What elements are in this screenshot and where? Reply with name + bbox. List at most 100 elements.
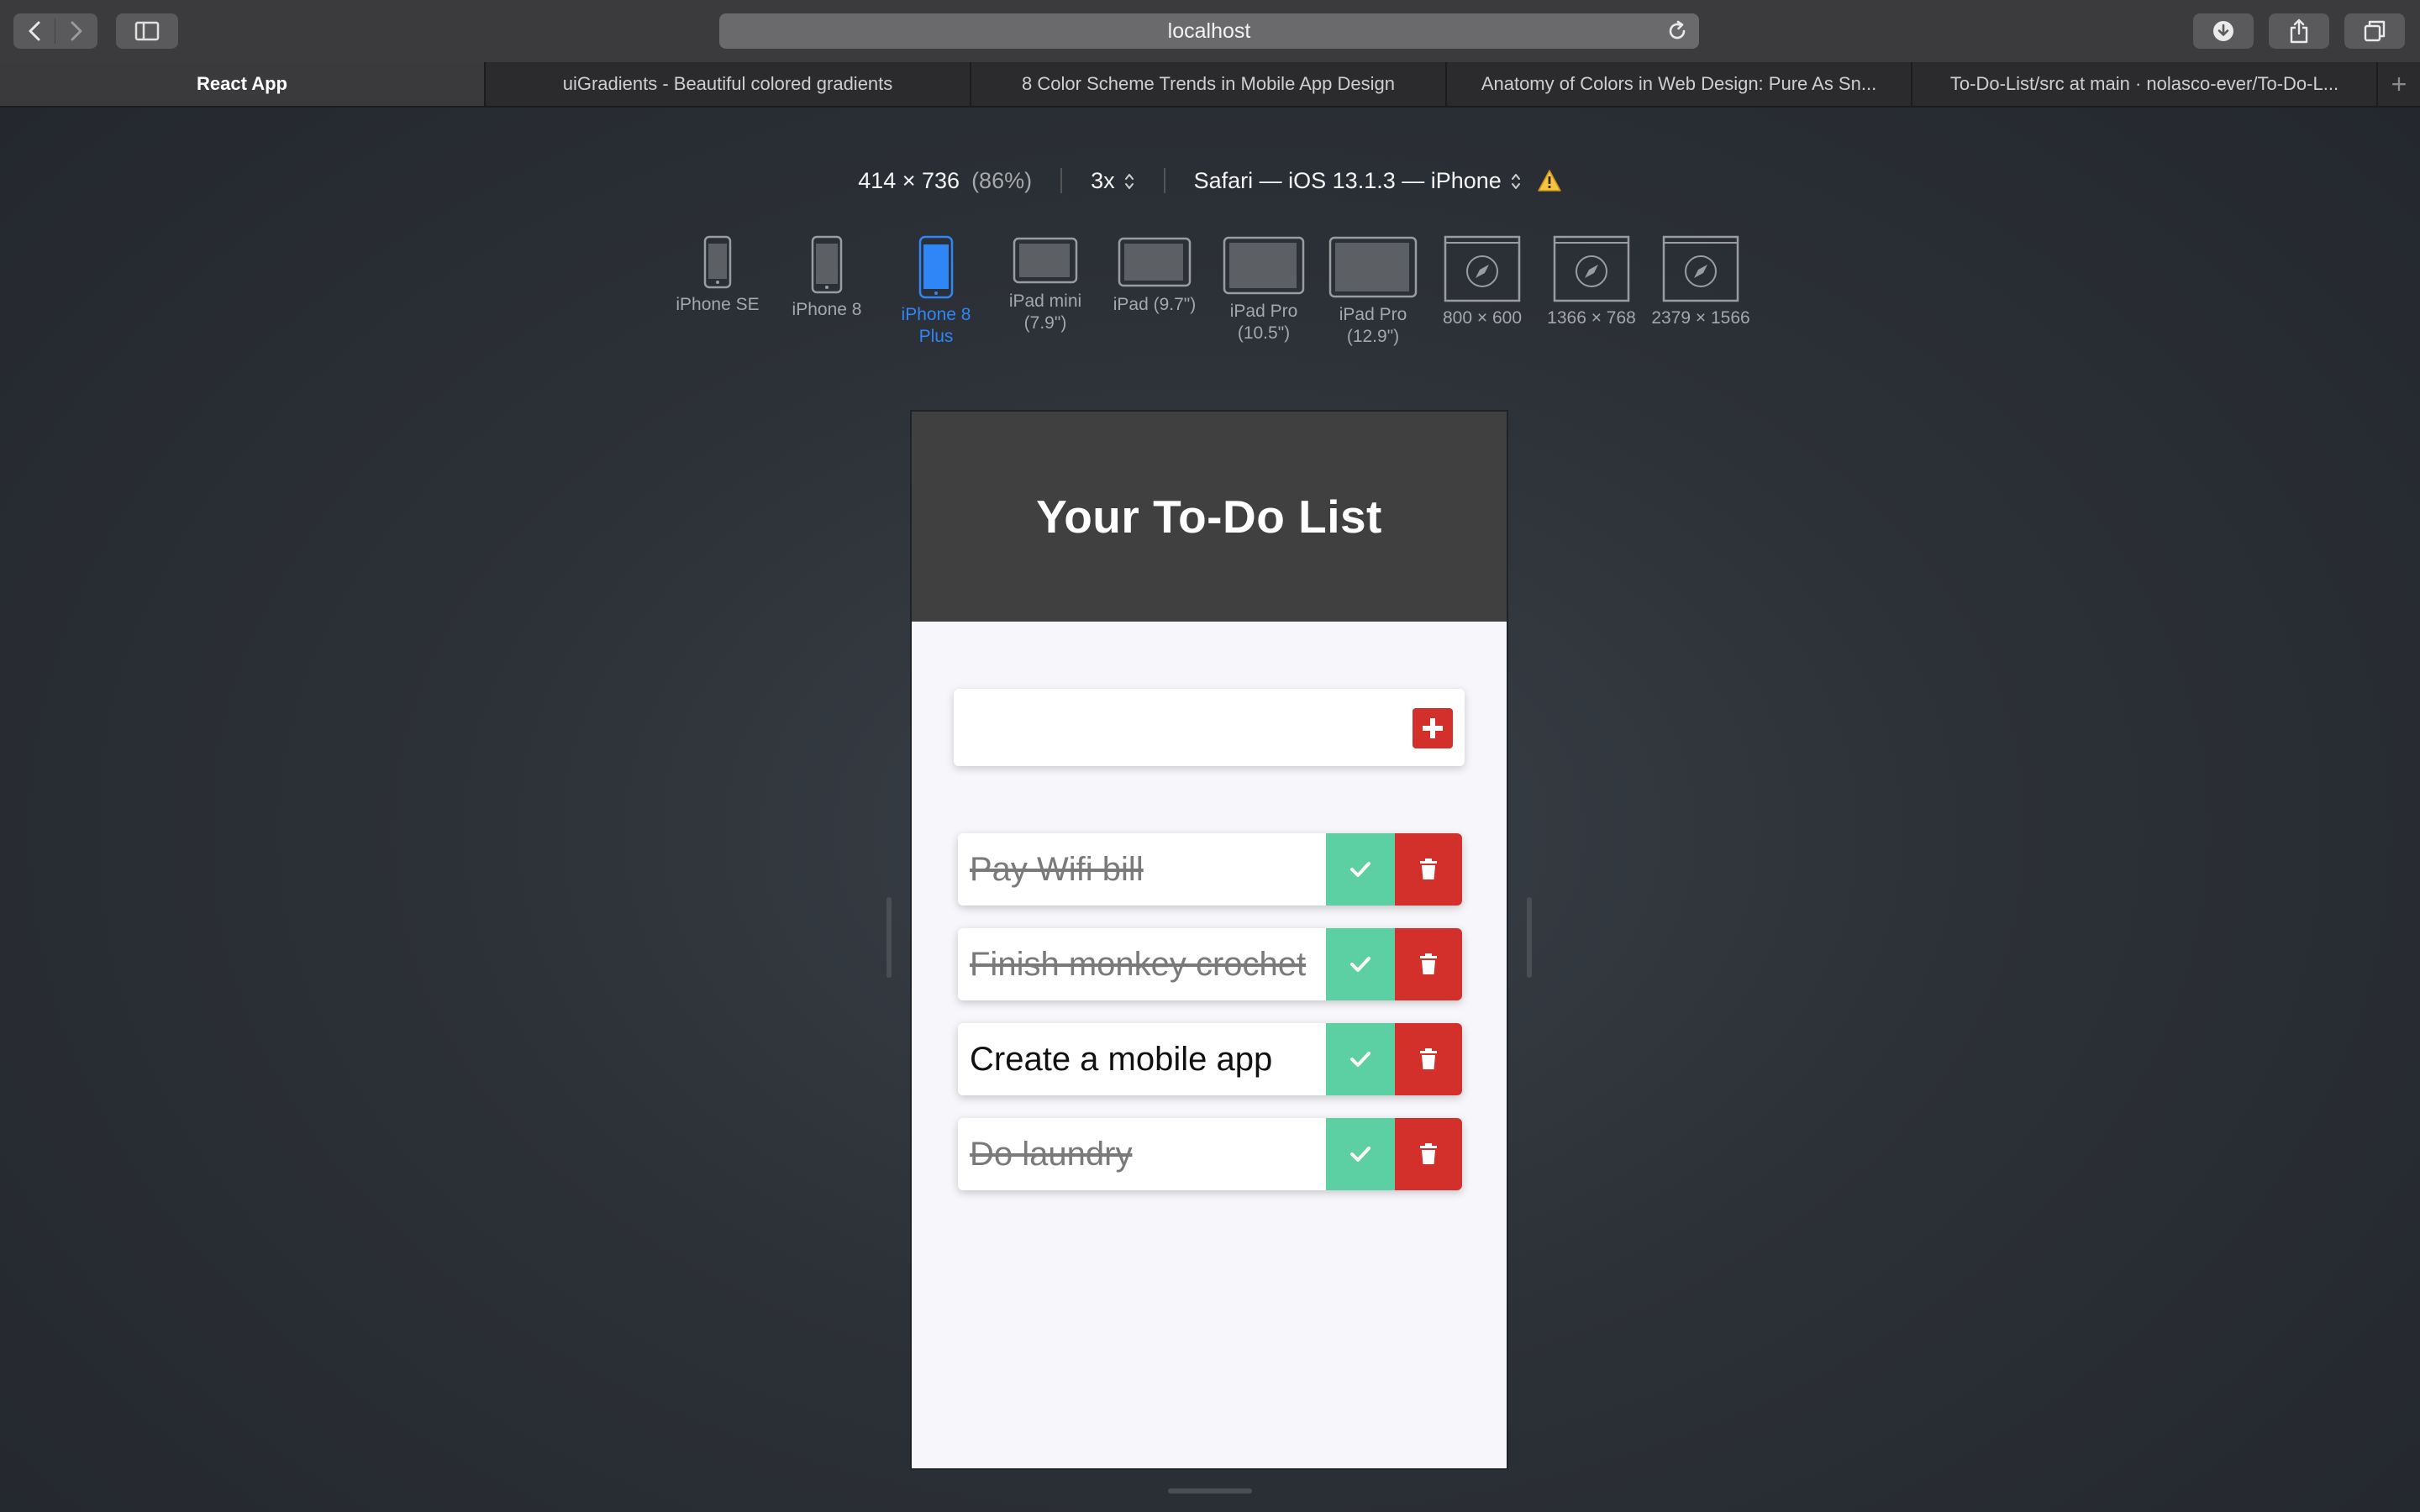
page-title: Your To-Do List bbox=[1036, 491, 1382, 543]
tab-react-app[interactable]: React App bbox=[0, 62, 486, 106]
responsive-info-bar: 414 × 736 (86%) 3x Safari — iOS 13.1.3 — … bbox=[0, 164, 2420, 197]
device-label: 2379 × 1566 bbox=[1651, 308, 1750, 328]
warning-icon[interactable] bbox=[1537, 169, 1562, 192]
reload-icon[interactable] bbox=[1665, 19, 1689, 43]
todo-list: Pay Wifi bill Finish monkey crochet Crea… bbox=[958, 833, 1462, 1213]
new-todo-form bbox=[954, 689, 1465, 766]
tab-uigradients[interactable]: uiGradients - Beautiful colored gradient… bbox=[486, 62, 971, 106]
device-label: 1366 × 768 bbox=[1547, 308, 1636, 328]
tab-overview-button[interactable] bbox=[2344, 13, 2405, 49]
trash-icon bbox=[1420, 953, 1437, 974]
user-agent-selector[interactable]: Safari — iOS 13.1.3 — iPhone bbox=[1194, 168, 1522, 194]
chevron-left-icon bbox=[29, 21, 40, 41]
delete-button[interactable] bbox=[1395, 833, 1462, 906]
phone-icon bbox=[703, 235, 732, 289]
browser-toolbar: localhost bbox=[0, 0, 2420, 63]
check-icon bbox=[1350, 1147, 1370, 1162]
todo-item: Pay Wifi bill bbox=[958, 833, 1462, 906]
tablet-icon bbox=[1118, 237, 1192, 287]
viewport-percent: (86%) bbox=[971, 167, 1033, 193]
complete-button[interactable] bbox=[1326, 1118, 1395, 1190]
tab-anatomy-of-colors[interactable]: Anatomy of Colors in Web Design: Pure As… bbox=[1447, 62, 1912, 106]
share-button[interactable] bbox=[2269, 13, 2329, 49]
todo-text: Pay Wifi bill bbox=[970, 851, 1144, 888]
left-resize-handle[interactable] bbox=[886, 897, 892, 978]
trash-icon bbox=[1420, 1048, 1437, 1069]
nav-buttons bbox=[13, 13, 97, 49]
safari-window-icon bbox=[1444, 235, 1521, 302]
sidebar-icon bbox=[134, 21, 160, 41]
device-1366x768[interactable]: 1366 × 768 bbox=[1541, 235, 1642, 329]
device-label: 800 × 600 bbox=[1442, 308, 1522, 328]
device-ipad-pro-10-5[interactable]: iPad Pro (10.5") bbox=[1218, 235, 1310, 344]
add-todo-button[interactable] bbox=[1413, 708, 1453, 748]
divider bbox=[1163, 168, 1165, 193]
sidebar-button[interactable] bbox=[116, 13, 178, 49]
device-viewport: Your To-Do List Pay Wifi bill Finish mon… bbox=[912, 412, 1507, 1468]
device-iphone-se[interactable]: iPhone SE bbox=[676, 235, 760, 316]
updown-chevron-icon bbox=[1511, 174, 1520, 190]
plus-icon bbox=[1423, 718, 1443, 738]
todo-item: Finish monkey crochet bbox=[958, 928, 1462, 1000]
device-label: iPad Pro (10.5") bbox=[1229, 302, 1298, 343]
scale-selector[interactable]: 3x bbox=[1091, 168, 1135, 194]
address-bar[interactable]: localhost bbox=[719, 13, 1699, 49]
device-ipad[interactable]: iPad (9.7") bbox=[1108, 235, 1201, 316]
app-header: Your To-Do List bbox=[912, 412, 1507, 622]
phone-icon bbox=[918, 235, 954, 299]
device-ipad-pro-12-9[interactable]: iPad Pro (12.9") bbox=[1323, 235, 1423, 348]
todo-text: Do laundry bbox=[970, 1136, 1133, 1173]
new-todo-input[interactable] bbox=[969, 697, 1392, 759]
bottom-resize-handle[interactable] bbox=[1168, 1488, 1252, 1494]
device-label: iPad (9.7") bbox=[1113, 295, 1197, 314]
share-icon bbox=[2290, 18, 2308, 44]
device-800x600[interactable]: 800 × 600 bbox=[1432, 235, 1533, 329]
tab-bar: React App uiGradients - Beautiful colore… bbox=[0, 62, 2420, 108]
address-text: localhost bbox=[1167, 19, 1251, 43]
tablet-icon bbox=[1223, 236, 1305, 295]
safari-window-icon bbox=[1553, 235, 1630, 302]
todo-text: Create a mobile app bbox=[970, 1041, 1273, 1078]
chevron-right-icon bbox=[71, 21, 82, 41]
right-resize-handle[interactable] bbox=[1527, 897, 1532, 978]
device-iphone-8[interactable]: iPhone 8 bbox=[785, 235, 869, 321]
delete-button[interactable] bbox=[1395, 1023, 1462, 1095]
delete-button[interactable] bbox=[1395, 928, 1462, 1000]
user-agent-value: Safari — iOS 13.1.3 — iPhone bbox=[1193, 167, 1502, 193]
device-2379x1566[interactable]: 2379 × 1566 bbox=[1650, 235, 1751, 329]
todo-text: Finish monkey crochet bbox=[970, 946, 1307, 983]
forward-button[interactable] bbox=[55, 13, 97, 49]
back-button[interactable] bbox=[13, 13, 55, 49]
divider bbox=[1060, 168, 1063, 193]
todo-item: Create a mobile app bbox=[958, 1023, 1462, 1095]
plus-icon: + bbox=[2391, 68, 2407, 99]
safari-window-icon bbox=[1662, 235, 1739, 302]
tablet-icon bbox=[1328, 236, 1418, 298]
device-ipad-mini[interactable]: iPad mini (7.9") bbox=[999, 235, 1092, 334]
check-icon bbox=[1350, 862, 1370, 877]
complete-button[interactable] bbox=[1326, 928, 1395, 1000]
device-label: iPhone 8 Plus bbox=[901, 305, 971, 346]
todo-item: Do laundry bbox=[958, 1118, 1462, 1190]
tablet-icon bbox=[1013, 237, 1078, 284]
tab-color-scheme-trends[interactable]: 8 Color Scheme Trends in Mobile App Desi… bbox=[971, 62, 1447, 106]
tab-to-do-list-src[interactable]: To-Do-List/src at main · nolasco-ever/To… bbox=[1912, 62, 2378, 106]
delete-button[interactable] bbox=[1395, 1118, 1462, 1190]
complete-button[interactable] bbox=[1326, 1023, 1395, 1095]
check-icon bbox=[1350, 957, 1370, 972]
viewport-size[interactable]: 414 × 736 (86%) bbox=[858, 168, 1032, 194]
device-label: iPad mini (7.9") bbox=[1008, 291, 1082, 333]
updown-chevron-icon bbox=[1124, 174, 1134, 190]
new-tab-button[interactable]: + bbox=[2378, 62, 2420, 106]
device-iphone-8-plus[interactable]: iPhone 8 Plus bbox=[894, 235, 978, 348]
download-icon bbox=[2213, 21, 2233, 41]
viewport-size-text: 414 × 736 bbox=[858, 167, 960, 193]
check-icon bbox=[1350, 1052, 1370, 1067]
downloads-button[interactable] bbox=[2193, 13, 2254, 49]
trash-icon bbox=[1420, 1143, 1437, 1164]
scale-value: 3x bbox=[1091, 167, 1115, 193]
device-label: iPhone SE bbox=[676, 295, 760, 314]
phone-icon bbox=[811, 235, 843, 294]
device-label: iPad Pro (12.9") bbox=[1339, 305, 1407, 346]
complete-button[interactable] bbox=[1326, 833, 1395, 906]
